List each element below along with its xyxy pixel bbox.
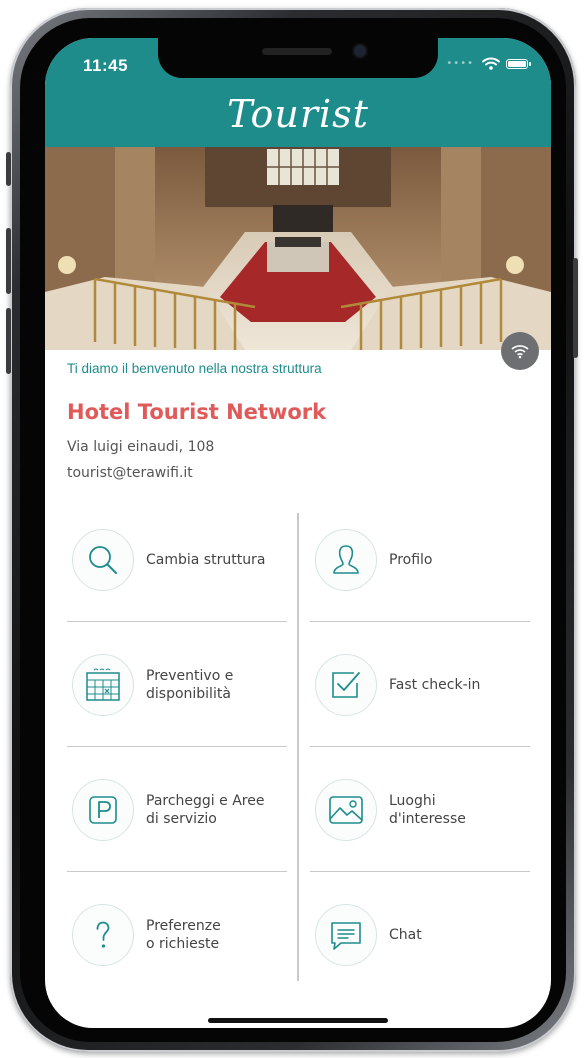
picture-icon <box>315 779 377 841</box>
menu-label: Parcheggi e Aree di servizio <box>146 792 264 828</box>
menu-label: Profilo <box>389 551 432 569</box>
menu-label-line1: Cambia struttura <box>146 552 266 568</box>
menu-label-line2: disponibilità <box>146 686 231 702</box>
menu-preventivo[interactable]: Preventivo e disponibilità <box>72 654 233 716</box>
status-time: 11:45 <box>83 56 129 75</box>
menu-row-divider <box>67 621 287 622</box>
menu-label: Fast check-in <box>389 676 480 694</box>
menu-preferenze[interactable]: Preferenze o richieste <box>72 904 221 966</box>
chat-icon <box>315 904 377 966</box>
volume-up-button <box>6 228 11 294</box>
menu-label-line1: Luoghi <box>389 793 436 809</box>
menu-row-divider <box>67 746 287 747</box>
status-icons: •••• <box>446 57 531 70</box>
calendar-icon <box>72 654 134 716</box>
search-icon <box>72 529 134 591</box>
power-button <box>573 258 578 358</box>
menu-label-line1: Profilo <box>389 552 433 568</box>
wifi-icon <box>511 344 529 358</box>
hotel-email[interactable]: tourist@terawifi.it <box>67 465 193 481</box>
menu-label-line2: o richieste <box>146 936 220 952</box>
user-icon <box>315 529 377 591</box>
hotel-address: Via luigi einaudi, 108 <box>67 439 215 455</box>
volume-down-button <box>6 308 11 374</box>
menu-label-line2: d'interesse <box>389 811 466 827</box>
hotel-name: Hotel Tourist Network <box>67 400 327 424</box>
menu-label-line1: Parcheggi e Aree <box>146 793 265 809</box>
parking-icon <box>72 779 134 841</box>
mute-switch <box>6 152 11 186</box>
menu-label: Chat <box>389 926 422 944</box>
menu-row-divider <box>310 621 530 622</box>
menu-label-line1: Fast check-in <box>389 677 481 693</box>
signal-icon: •••• <box>446 58 474 69</box>
menu-parcheggi[interactable]: Parcheggi e Aree di servizio <box>72 779 264 841</box>
menu-row-divider <box>310 871 530 872</box>
checkbox-icon <box>315 654 377 716</box>
menu-label: Cambia struttura <box>146 551 265 569</box>
home-indicator[interactable] <box>208 1018 388 1023</box>
menu-luoghi-interesse[interactable]: Luoghi d'interesse <box>315 779 466 841</box>
menu-label-line1: Preferenze <box>146 918 221 934</box>
menu-label-line1: Preventivo e <box>146 668 234 684</box>
menu-row-divider <box>310 746 530 747</box>
question-icon <box>72 904 134 966</box>
device-notch <box>158 38 438 78</box>
hero-image <box>45 147 551 350</box>
battery-tip <box>529 61 531 66</box>
menu-profilo[interactable]: Profilo <box>315 529 432 591</box>
menu-label: Preferenze o richieste <box>146 917 221 953</box>
welcome-text: Ti diamo il benvenuto nella nostra strut… <box>67 361 322 376</box>
wifi-button[interactable] <box>501 332 539 370</box>
menu-chat[interactable]: Chat <box>315 904 422 966</box>
wifi-status-icon <box>482 57 500 70</box>
menu-row-divider <box>67 871 287 872</box>
battery-icon <box>506 58 528 69</box>
menu-cambia-struttura[interactable]: Cambia struttura <box>72 529 265 591</box>
app-screen: 11:45 •••• Tourist Ti diamo il benvenuto… <box>45 38 551 1028</box>
menu-column-divider <box>297 513 299 981</box>
menu-label-line1: Chat <box>389 927 422 943</box>
front-camera <box>354 45 366 57</box>
menu-label-line2: di servizio <box>146 811 217 827</box>
app-logo: Tourist <box>227 92 369 136</box>
menu-fast-check-in[interactable]: Fast check-in <box>315 654 480 716</box>
menu-label: Preventivo e disponibilità <box>146 667 233 703</box>
menu-label: Luoghi d'interesse <box>389 792 466 828</box>
speaker-grille <box>262 48 332 55</box>
